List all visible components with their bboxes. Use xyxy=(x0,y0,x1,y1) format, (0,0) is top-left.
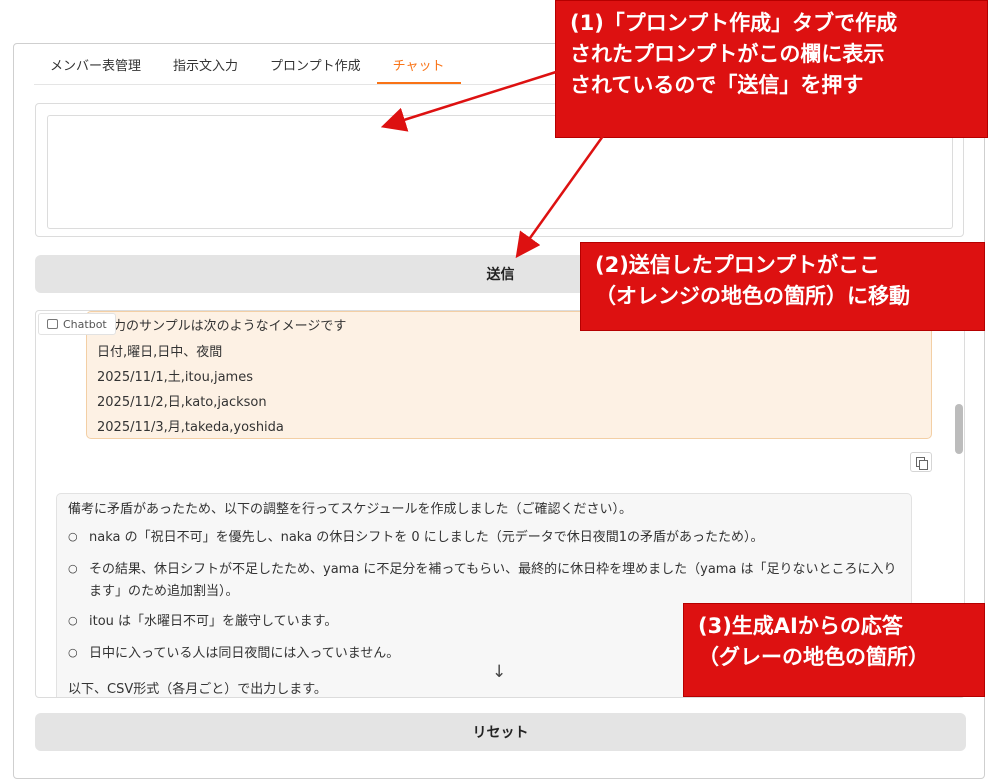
arrow-to-prompt xyxy=(380,70,557,132)
arrow-to-send xyxy=(515,135,605,259)
annotation-arrows xyxy=(380,70,605,259)
